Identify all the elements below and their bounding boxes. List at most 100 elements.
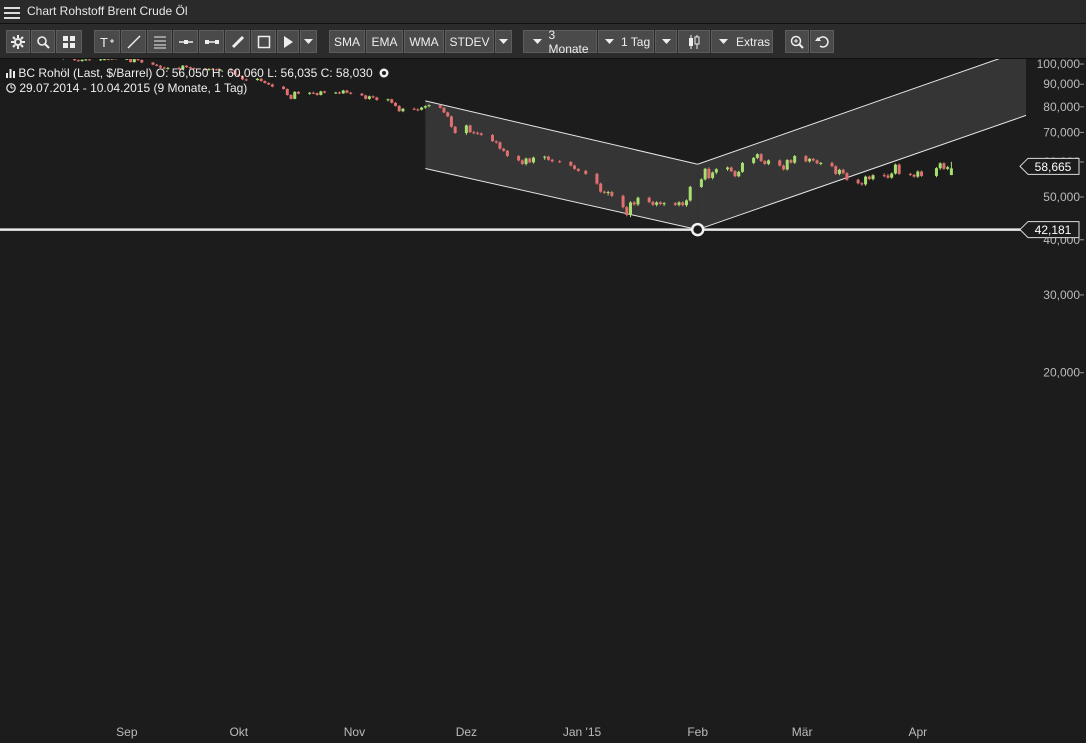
candle[interactable] (297, 92, 300, 94)
candle[interactable] (420, 108, 423, 110)
candle[interactable] (290, 95, 293, 99)
candle[interactable] (767, 160, 770, 164)
candle[interactable] (439, 105, 442, 108)
ema-button[interactable]: EMA (366, 30, 403, 53)
settings-button[interactable] (6, 30, 30, 53)
candle[interactable] (446, 112, 449, 116)
candle[interactable] (308, 93, 311, 94)
candle[interactable] (364, 95, 367, 98)
reset-button[interactable] (810, 30, 834, 53)
candle[interactable] (812, 159, 815, 161)
candle[interactable] (498, 142, 501, 148)
candle[interactable] (674, 203, 677, 205)
candle[interactable] (715, 169, 718, 172)
candle[interactable] (81, 60, 84, 61)
candle[interactable] (625, 207, 628, 215)
candle[interactable] (413, 109, 416, 110)
channel-fill[interactable] (698, 59, 1026, 230)
sma-button[interactable]: SMA (329, 30, 365, 53)
candle[interactable] (629, 202, 632, 215)
candle[interactable] (830, 163, 833, 166)
chart-type-button[interactable] (678, 30, 710, 53)
channel-fill[interactable] (425, 101, 697, 230)
candle[interactable] (319, 91, 322, 95)
candle[interactable] (685, 200, 688, 205)
candle[interactable] (338, 93, 341, 94)
rectangle-tool-button[interactable] (251, 30, 276, 53)
candle[interactable] (786, 160, 789, 169)
candle[interactable] (428, 105, 431, 106)
candle[interactable] (916, 171, 919, 176)
candle[interactable] (469, 125, 472, 132)
candle[interactable] (636, 198, 639, 205)
candle[interactable] (401, 109, 404, 111)
candle[interactable] (103, 59, 106, 60)
candle[interactable] (137, 59, 140, 60)
candle[interactable] (868, 177, 871, 179)
fibonacci-tool-button[interactable] (147, 30, 172, 53)
chart-area[interactable]: 140,000130,000120,000110,000100,00090,00… (0, 59, 1086, 743)
candle[interactable] (678, 202, 681, 204)
zoom-button[interactable] (785, 30, 809, 53)
candle[interactable] (689, 187, 692, 201)
candle[interactable] (700, 179, 703, 186)
candle[interactable] (648, 198, 651, 202)
candle[interactable] (756, 154, 759, 158)
line-anchor-handle[interactable] (692, 224, 703, 235)
candle[interactable] (920, 171, 923, 175)
candle[interactable] (603, 192, 606, 193)
candle[interactable] (345, 91, 348, 93)
candle[interactable] (610, 192, 613, 196)
candle[interactable] (607, 192, 610, 193)
candle[interactable] (77, 60, 80, 61)
candle[interactable] (495, 141, 498, 142)
candle[interactable] (909, 174, 912, 175)
candle[interactable] (834, 166, 837, 174)
layout-button[interactable] (56, 30, 82, 53)
candle[interactable] (282, 87, 285, 89)
candle[interactable] (476, 133, 479, 134)
candle[interactable] (633, 202, 636, 204)
candle[interactable] (372, 96, 375, 97)
candle[interactable] (129, 59, 132, 62)
candle[interactable] (886, 176, 889, 178)
candle[interactable] (528, 159, 531, 163)
candle[interactable] (450, 116, 453, 126)
candle[interactable] (939, 163, 942, 168)
candle[interactable] (894, 165, 897, 174)
candle[interactable] (107, 59, 110, 60)
candle[interactable] (599, 184, 602, 192)
candle[interactable] (323, 91, 326, 92)
candle[interactable] (267, 83, 270, 84)
candle[interactable] (864, 177, 867, 185)
candle[interactable] (946, 167, 949, 169)
search-button[interactable] (31, 30, 55, 53)
candle[interactable] (263, 81, 266, 83)
candle[interactable] (711, 173, 714, 178)
candle[interactable] (271, 84, 274, 86)
indicators-dropdown[interactable] (495, 30, 512, 53)
candle[interactable] (543, 157, 546, 158)
candle[interactable] (99, 59, 102, 60)
candle[interactable] (368, 96, 371, 99)
candle[interactable] (942, 163, 945, 169)
candle[interactable] (394, 103, 397, 106)
candle[interactable] (741, 163, 744, 172)
wma-button[interactable]: WMA (404, 30, 444, 53)
candle[interactable] (286, 89, 289, 95)
candle[interactable] (125, 59, 128, 60)
candle[interactable] (151, 63, 154, 65)
candle[interactable] (819, 163, 822, 164)
candle[interactable] (491, 135, 494, 141)
stdev-button[interactable]: STDEV (445, 30, 494, 53)
candle[interactable] (782, 166, 785, 170)
candle[interactable] (472, 132, 475, 133)
drawing-tools-dropdown[interactable] (300, 30, 317, 53)
candle[interactable] (883, 175, 886, 176)
candle[interactable] (935, 168, 938, 176)
candle[interactable] (872, 175, 875, 179)
candle[interactable] (390, 99, 393, 102)
candle[interactable] (655, 202, 658, 204)
candle[interactable] (84, 59, 87, 60)
candle[interactable] (316, 93, 319, 95)
